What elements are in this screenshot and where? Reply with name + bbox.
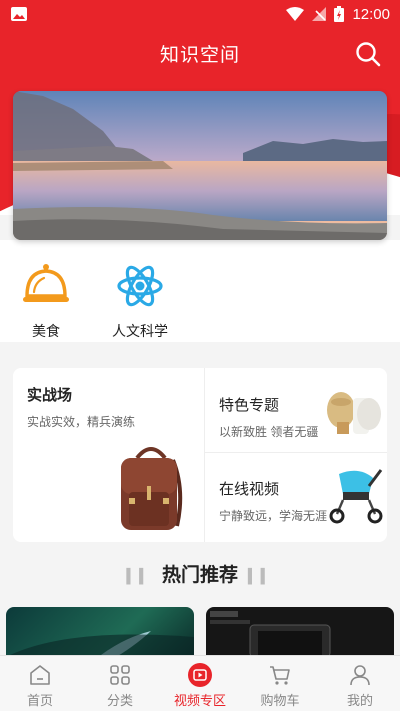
video-thumbnail[interactable] <box>206 607 394 657</box>
no-signal-icon <box>312 7 327 21</box>
wifi-icon <box>286 7 305 21</box>
tab-categories[interactable]: 分类 <box>80 656 160 711</box>
category-humanities-science[interactable]: 人文科学 <box>100 262 180 341</box>
tab-home[interactable]: 首页 <box>0 656 80 711</box>
tab-video-zone[interactable]: 视频专区 <box>160 656 240 711</box>
category-label: 美食 <box>32 323 60 339</box>
title-decoration-left: ▍▍ <box>126 568 152 584</box>
category-food[interactable]: 美食 <box>6 262 86 341</box>
video-icon <box>188 663 212 687</box>
category-label: 人文科学 <box>112 323 168 339</box>
battery-charging-icon <box>334 6 345 22</box>
section-header: ▍▍ 热门推荐 ▍▍ <box>0 560 400 587</box>
card-special-topics[interactable]: 特色专题 以新致胜 领者无疆 <box>205 368 387 453</box>
tab-label: 视频专区 <box>173 693 226 708</box>
atom-icon <box>117 265 163 307</box>
tab-label: 分类 <box>106 693 133 708</box>
bottom-tab-bar: 首页 分类 视频专区 购物车 我的 <box>0 655 400 711</box>
status-time: 12:00 <box>352 5 390 23</box>
cart-icon <box>270 666 290 685</box>
card-online-video[interactable]: 在线视频 宁静致远，学海无涯 <box>205 454 387 542</box>
status-bar: 12:00 <box>0 0 400 28</box>
card-practice-field[interactable]: 实战场 实战实效，精兵演练 <box>13 368 204 542</box>
category-row: 美食 人文科学 <box>0 240 400 342</box>
lake-landscape-image <box>13 91 387 240</box>
card-title: 特色专题 <box>219 397 280 414</box>
card-subtitle: 宁静致远，学海无涯 <box>219 509 328 523</box>
title-bar: 知识空间 <box>0 30 400 76</box>
video-thumbnail[interactable] <box>6 607 194 657</box>
video-thumbnail-image <box>210 611 331 657</box>
image-notification-icon <box>11 7 27 21</box>
leather-backpack-image <box>121 447 183 530</box>
cloche-icon <box>23 264 69 302</box>
banner-image[interactable] <box>13 91 387 240</box>
tab-mine[interactable]: 我的 <box>320 656 400 711</box>
section-title: 热门推荐 <box>161 565 238 586</box>
tab-label: 购物车 <box>260 693 300 708</box>
card-subtitle: 以新致胜 领者无疆 <box>219 425 319 439</box>
video-thumbnail-image <box>6 631 194 657</box>
tab-label: 首页 <box>26 693 53 708</box>
grid-icon <box>110 665 130 685</box>
card-subtitle: 实战实效，精兵演练 <box>27 415 136 429</box>
title-decoration-right: ▍▍ <box>248 568 274 584</box>
person-icon <box>350 665 370 686</box>
feature-card-group: 实战场 实战实效，精兵演练 特色专题 以新致胜 领者无疆 在线视频 宁静致远，学… <box>13 368 387 542</box>
stroller-image <box>329 469 383 524</box>
search-icon[interactable] <box>354 40 382 68</box>
tab-cart[interactable]: 购物车 <box>240 656 320 711</box>
card-title: 在线视频 <box>219 481 280 498</box>
tab-label: 我的 <box>346 693 373 708</box>
card-title: 实战场 <box>27 387 73 404</box>
page-title: 知识空间 <box>159 44 240 66</box>
home-goods-image <box>327 392 381 434</box>
home-icon <box>30 665 50 685</box>
